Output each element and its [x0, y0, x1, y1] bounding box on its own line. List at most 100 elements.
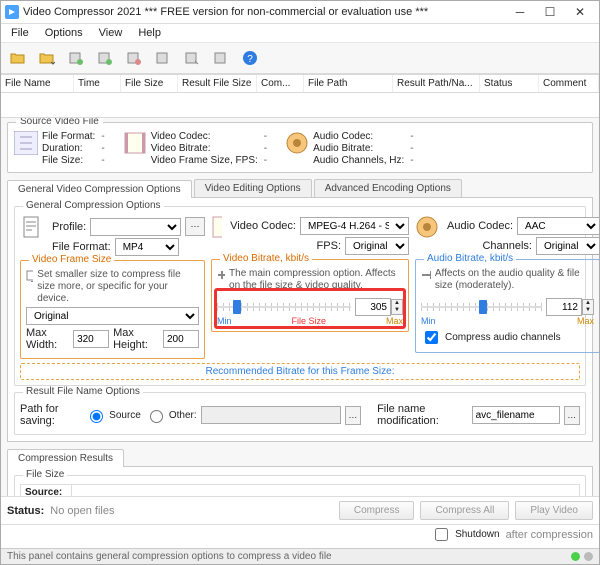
vbr-title: Video Bitrate, kbit/s — [220, 253, 312, 264]
vfs-hint: Set smaller size to compress file size m… — [37, 269, 199, 305]
compress-button[interactable]: Compress — [339, 501, 415, 520]
compress-audio-label: Compress audio channels — [445, 332, 561, 343]
filename-mod-button[interactable]: … — [564, 406, 580, 425]
abr-title: Audio Bitrate, kbit/s — [424, 253, 516, 264]
fps-select[interactable]: Original — [345, 237, 409, 255]
menu-help[interactable]: Help — [132, 26, 167, 40]
menu-options[interactable]: Options — [39, 26, 89, 40]
col-status[interactable]: Status — [480, 75, 539, 92]
path-other-label: Other: — [169, 410, 197, 421]
audio-bitrate-input[interactable] — [546, 298, 582, 316]
tab-editing[interactable]: Video Editing Options — [194, 179, 312, 197]
close-button[interactable]: ✕ — [565, 2, 595, 22]
path-source-label: Source — [109, 410, 141, 421]
file-grid-body[interactable] — [1, 93, 599, 118]
tb-button-7[interactable] — [179, 46, 205, 70]
abr-hint: Affects on the audio quality & file size… — [435, 268, 594, 292]
general-tab-pane: General Compression Options Profile: ⋯ F — [7, 198, 593, 442]
val-frame-fps: - — [264, 155, 267, 166]
path-source-radio[interactable] — [90, 410, 103, 423]
col-rpath[interactable]: Result Path/Na... — [393, 75, 480, 92]
col-size[interactable]: File Size — [121, 75, 178, 92]
col-com[interactable]: Com... — [257, 75, 304, 92]
col-resultsize[interactable]: Result File Size — [178, 75, 257, 92]
video-bitrate-slider[interactable] — [217, 299, 351, 315]
tb-button-5[interactable] — [121, 46, 147, 70]
results-source-label: Source: — [21, 485, 72, 497]
lbl-abitrate: Audio Bitrate: — [313, 143, 404, 154]
lbl-channels: Channels: — [482, 240, 532, 252]
titlebar: Video Compressor 2021 *** FREE version f… — [1, 1, 599, 24]
lbl-maxh: Max Height: — [113, 327, 159, 351]
audio-bitrate-slider[interactable] — [421, 299, 542, 315]
video-bitrate-spinner[interactable]: ▲▼ — [391, 299, 403, 315]
compress-audio-checkbox[interactable] — [425, 331, 438, 344]
max-width-input[interactable] — [73, 330, 109, 348]
tb-button-8[interactable] — [208, 46, 234, 70]
menu-view[interactable]: View — [93, 26, 129, 40]
profile-select[interactable] — [90, 218, 181, 236]
tab-results[interactable]: Compression Results — [7, 449, 124, 467]
lbl-profile: Profile: — [52, 221, 86, 233]
audio-bitrate-spinner[interactable]: ▲▼ — [582, 299, 594, 315]
tb-button-4[interactable] — [92, 46, 118, 70]
maximize-button[interactable]: ☐ — [535, 2, 565, 22]
lbl-fps: FPS: — [317, 240, 341, 252]
lbl-ach: Audio Channels, Hz: — [313, 155, 404, 166]
toolbar: ? — [1, 43, 599, 74]
col-time[interactable]: Time — [74, 75, 121, 92]
tab-advanced[interactable]: Advanced Encoding Options — [314, 179, 462, 197]
menu-file[interactable]: File — [5, 26, 35, 40]
tb-button-6[interactable] — [150, 46, 176, 70]
after-label: after compression — [506, 529, 593, 541]
path-other-radio[interactable] — [150, 410, 163, 423]
val-file-size: - — [101, 155, 104, 166]
val-ach: - — [410, 155, 413, 166]
col-comment[interactable]: Comment — [539, 75, 599, 92]
val-duration: - — [101, 143, 104, 154]
shutdown-checkbox[interactable] — [435, 528, 448, 541]
lbl-path: Path for saving: — [20, 403, 81, 427]
source-video-title: Source Video File — [16, 118, 103, 127]
vbr-hint: The main compression option. Affects on … — [229, 268, 403, 292]
filename-mod-input[interactable] — [472, 406, 560, 424]
slider-icon — [217, 268, 225, 282]
source-video-group: Source Video File File Format:- Duration… — [7, 122, 593, 173]
tb-button-3[interactable] — [63, 46, 89, 70]
led-grey-icon — [584, 552, 593, 561]
abr-max: Max — [577, 316, 594, 326]
document-icon — [20, 215, 44, 239]
browse-path-button[interactable]: … — [345, 406, 361, 425]
file-icon — [14, 131, 38, 155]
file-format-select[interactable]: MP4 — [115, 238, 179, 256]
frame-size-select[interactable]: Original — [26, 307, 199, 325]
file-grid-header: File Name Time File Size Result File Siz… — [1, 74, 599, 93]
help-button[interactable]: ? — [237, 46, 263, 70]
col-path[interactable]: File Path — [304, 75, 393, 92]
video-codec-select[interactable]: MPEG-4 H.264 - Standar — [300, 217, 409, 235]
results-filesize-title: File Size — [23, 469, 67, 480]
video-bitrate-group: Video Bitrate, kbit/s The main compressi… — [211, 259, 409, 332]
minimize-button[interactable]: ─ — [505, 2, 535, 22]
open-folder-button[interactable] — [5, 46, 31, 70]
video-bitrate-input[interactable] — [355, 298, 391, 316]
open-dropdown-button[interactable] — [34, 46, 60, 70]
col-filename[interactable]: File Name — [1, 75, 74, 92]
tab-general[interactable]: General Video Compression Options — [7, 180, 192, 198]
val-vbitrate: - — [264, 143, 267, 154]
lbl-out-format: File Format: — [52, 241, 111, 253]
channels-select[interactable]: Original — [536, 237, 599, 255]
lbl-out-vcodec: Video Codec: — [230, 220, 296, 232]
max-height-input[interactable] — [163, 330, 199, 348]
audio-codec-select[interactable]: AAC — [517, 217, 599, 235]
app-icon — [5, 5, 19, 19]
speaker-icon — [285, 131, 309, 155]
compress-all-button[interactable]: Compress All — [420, 501, 509, 520]
audio-bitrate-group: Audio Bitrate, kbit/s Affects on the aud… — [415, 259, 599, 353]
vfs-title: Video Frame Size — [29, 254, 114, 265]
statusbar: This panel contains general compression … — [1, 548, 599, 564]
vbr-max: Max — [386, 316, 403, 326]
play-video-button[interactable]: Play Video — [515, 501, 593, 520]
profile-more-button[interactable]: ⋯ — [185, 217, 205, 236]
menubar: File Options View Help — [1, 24, 599, 43]
